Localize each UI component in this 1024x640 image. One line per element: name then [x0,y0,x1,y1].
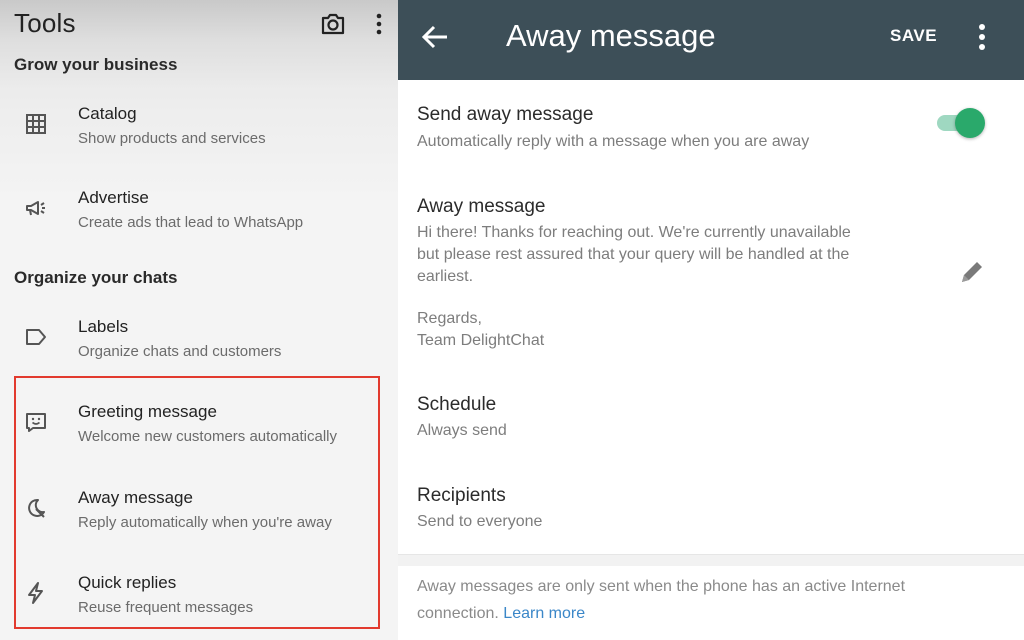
message-line: Hi there! Thanks for reaching out. We're… [417,224,851,241]
send-away-subtitle: Automatically reply with a message when … [417,133,810,150]
section-title-organize: Organize your chats [14,268,178,287]
section-title-grow: Grow your business [14,55,178,74]
more-vert-icon[interactable] [374,12,384,36]
message-line: but please rest assured that your query … [417,246,850,263]
camera-icon[interactable] [320,12,346,36]
message-line: Team DelightChat [417,332,545,349]
tools-panel: Tools Grow your business Catalog Show pr… [0,0,398,640]
tool-item-title: Labels [78,317,129,336]
footnote-line: connection. [417,605,499,622]
tool-item-subtitle: Show products and services [78,130,266,147]
page-title: Away message [506,18,716,53]
footnote: Away messages are only sent when the pho… [417,573,987,627]
highlight-box [14,376,380,629]
megaphone-icon [26,201,45,216]
footnote-line: Away messages are only sent when the pho… [417,578,906,595]
tools-header: Tools [14,8,388,40]
catalog-icon [26,114,46,134]
label-icon [26,329,46,345]
back-arrow-icon[interactable] [420,22,450,52]
tool-item-advertise[interactable]: Advertise Create ads that lead to WhatsA… [0,180,390,250]
tool-item-title: Advertise [78,188,149,207]
tool-item-labels[interactable]: Labels Organize chats and customers [0,309,390,379]
away-message-screen: Away message SAVE Send away message Auto… [398,0,1024,640]
toggle-thumb [955,108,985,138]
more-vert-icon[interactable] [976,22,988,52]
tool-item-catalog[interactable]: Catalog Show products and services [0,96,390,166]
send-away-title: Send away message [417,104,594,125]
message-line: earliest. [417,268,474,285]
message-line: Regards, [417,310,482,327]
schedule-value: Always send [417,422,507,439]
tool-item-subtitle: Organize chats and customers [78,343,282,360]
pencil-icon[interactable] [956,256,988,288]
divider [398,554,1024,566]
schedule-title: Schedule [417,394,497,415]
app-bar: Away message SAVE [398,0,1024,80]
away-message-text: Hi there! Thanks for reaching out. We're… [417,222,937,352]
learn-more-link[interactable]: Learn more [503,605,585,622]
recipients-value: Send to everyone [417,513,543,530]
away-message-title: Away message [417,196,546,217]
recipients-title: Recipients [417,485,506,506]
send-away-toggle[interactable] [935,108,989,138]
tool-item-title: Catalog [78,104,137,123]
save-button[interactable]: SAVE [890,26,937,46]
tools-title: Tools [14,8,76,38]
tool-item-subtitle: Create ads that lead to WhatsApp [78,214,304,231]
